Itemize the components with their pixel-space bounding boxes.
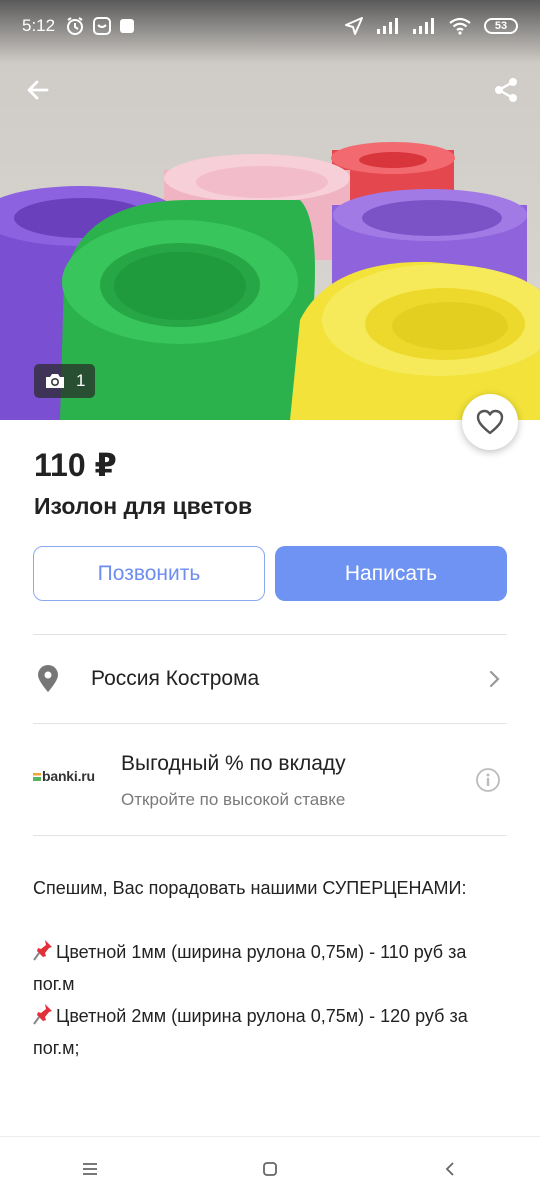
listing-description: Спешим, Вас порадовать нашими СУПЕРЦЕНАМ…	[33, 872, 507, 1064]
pushpin-icon	[33, 940, 52, 961]
divider	[33, 835, 507, 836]
description-text-1: Спешим, Вас порадовать нашими СУПЕРЦЕНАМ…	[33, 878, 467, 898]
nav-back-button[interactable]	[420, 1139, 480, 1199]
description-text-3: Цветной 2мм (ширина рулона 0,75м) - 120 …	[33, 1000, 507, 1064]
navigation-icon	[345, 17, 363, 35]
listing-title: Изолон для цветов	[34, 493, 253, 519]
back-button[interactable]	[14, 66, 62, 114]
divider	[33, 634, 507, 635]
ad-banner[interactable]: banki.ru Выгодный % по вкладу Откройте п…	[33, 724, 507, 834]
location-pin-icon	[38, 665, 58, 692]
notification-square-icon	[120, 19, 135, 33]
status-bar: 5:12 53	[0, 0, 540, 52]
ad-subtitle: Откройте по высокой ставке	[121, 790, 346, 809]
ad-title: Выгодный % по вкладу	[121, 752, 346, 775]
wifi-icon	[449, 17, 471, 35]
back-arrow-icon	[27, 80, 49, 100]
banki-logo: banki.ru	[33, 768, 95, 784]
notification-app-icon	[93, 17, 112, 35]
description-text-2: Цветной 1мм (ширина рулона 0,75м) - 110 …	[33, 936, 507, 1000]
share-icon	[495, 78, 517, 102]
info-icon[interactable]	[475, 767, 501, 793]
photo-counter: 1	[34, 364, 96, 398]
write-message-button[interactable]: Написать	[275, 546, 507, 601]
call-button[interactable]: Позвонить	[33, 546, 265, 601]
location-row[interactable]: Россия Кострома	[33, 636, 507, 722]
signal-icon	[377, 18, 398, 34]
battery-indicator: 53	[484, 18, 518, 34]
pushpin-icon	[33, 1004, 52, 1025]
share-button[interactable]	[482, 66, 530, 114]
chevron-right-icon	[489, 670, 500, 688]
photo-count: 1	[76, 371, 86, 390]
camera-icon	[46, 374, 64, 388]
heart-icon	[476, 409, 504, 435]
location-text: Россия Кострома	[91, 667, 260, 690]
status-time: 5:12	[22, 16, 56, 35]
top-app-bar	[0, 62, 540, 118]
menu-icon	[83, 1162, 97, 1175]
alarm-icon	[67, 17, 84, 35]
home-icon	[263, 1161, 277, 1176]
back-icon	[445, 1161, 454, 1176]
system-navigation-bar	[0, 1136, 540, 1200]
listing-price: 110 ₽	[34, 447, 117, 483]
signal-icon-2	[413, 18, 434, 34]
nav-home-button[interactable]	[240, 1139, 300, 1199]
favorite-button[interactable]	[462, 394, 518, 450]
nav-menu-button[interactable]	[60, 1139, 120, 1199]
